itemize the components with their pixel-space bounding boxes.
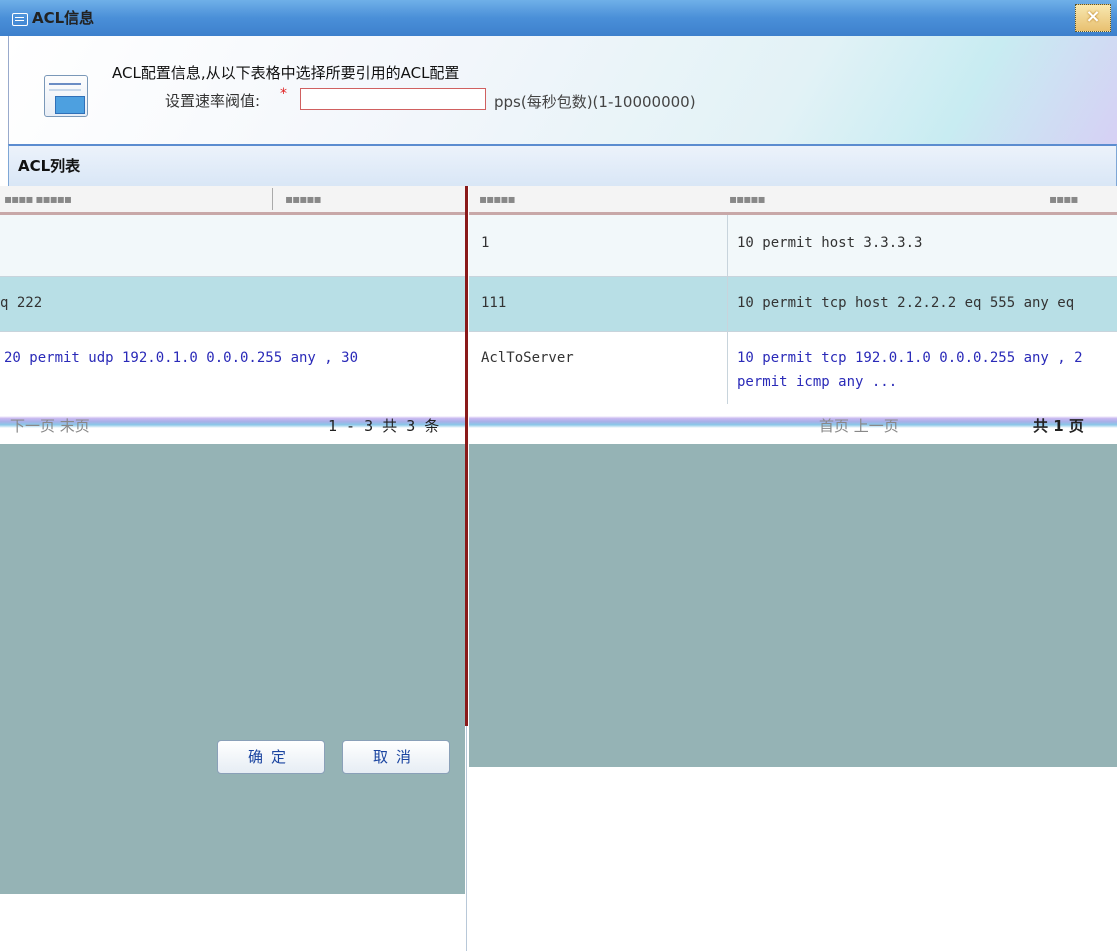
left-column-header[interactable]: ▪▪▪▪ ▪▪▪▪▪ [4, 192, 72, 206]
cancel-button[interactable]: 取消 [342, 740, 450, 774]
left-column-header[interactable]: ▪▪▪▪▪ [285, 192, 322, 206]
splitter-handle[interactable] [465, 186, 468, 726]
info-text: ACL配置信息,从以下表格中选择所要引用的ACL配置 [112, 64, 460, 82]
rule-column-header[interactable]: ▪▪▪▪▪ [729, 192, 766, 206]
acl-rule-cell: 10 permit tcp host 2.2.2.2 eq 555 any eq [737, 295, 1075, 311]
pager-nav[interactable]: 首页 上一页 [819, 415, 899, 436]
extra-column-header[interactable]: ▪▪▪▪ [1049, 192, 1079, 206]
left-table-header: ▪▪▪▪ ▪▪▪▪▪ ▪▪▪▪▪ [0, 186, 465, 215]
table-row[interactable]: 20 permit udp 192.0.1.0 0.0.0.255 any , … [0, 332, 465, 405]
acl-list-bar [8, 144, 1117, 189]
right-table-header: ▪▪▪▪▪ ▪▪▪▪▪ ▪▪▪▪ [469, 186, 1117, 215]
left-pager: 下一页 末页 1 - 3 共 3 条 [0, 404, 465, 444]
column-line [727, 332, 728, 404]
close-button[interactable]: × [1075, 4, 1111, 32]
acl-name-cell: AclToServer [481, 350, 574, 366]
table-cell: q 222 [0, 295, 43, 311]
window-icon [12, 13, 28, 26]
splitter-line [466, 726, 467, 951]
empty-table-area [469, 444, 1117, 767]
table-row[interactable] [0, 215, 465, 277]
required-marker: * [280, 86, 287, 102]
table-row[interactable]: AclToServer 10 permit tcp 192.0.1.0 0.0.… [469, 332, 1117, 405]
acl-rule-link[interactable]: permit icmp any ... [737, 374, 897, 390]
rate-threshold-input[interactable] [300, 88, 486, 110]
dialog-title: ACL信息 [32, 9, 95, 27]
pager-nav[interactable]: 下一页 末页 [10, 415, 90, 436]
table-row[interactable]: 1 10 permit host 3.3.3.3 [469, 215, 1117, 277]
name-column-header[interactable]: ▪▪▪▪▪ [479, 192, 516, 206]
table-row[interactable]: q 222 [0, 277, 465, 332]
acl-name-cell: 111 [481, 295, 507, 311]
right-table-pane: ▪▪▪▪▪ ▪▪▪▪▪ ▪▪▪▪ 1 10 permit host 3.3.3.… [469, 186, 1117, 951]
right-pager: 首页 上一页 共 1 页 [469, 404, 1117, 651]
table-row[interactable]: 111 10 permit tcp host 2.2.2.2 eq 555 an… [469, 277, 1117, 332]
acl-name-cell: 1 [481, 235, 490, 251]
empty-table-area [0, 444, 465, 894]
dialog-title-bar [0, 0, 1117, 36]
acl-rule-link[interactable]: 10 permit tcp 192.0.1.0 0.0.0.255 any , … [737, 350, 1083, 366]
acl-rule-link[interactable]: 20 permit udp 192.0.1.0 0.0.0.255 any , … [4, 350, 358, 366]
rate-threshold-label: 设置速率阀值: [165, 92, 261, 110]
confirm-button[interactable]: 确定 [217, 740, 325, 774]
config-document-icon [44, 75, 88, 117]
acl-list-title: ACL列表 [18, 157, 81, 175]
column-line [727, 277, 728, 331]
column-separator[interactable] [272, 188, 273, 210]
pager-total: 共 1 页 [1033, 417, 1084, 435]
left-table-pane: ▪▪▪▪ ▪▪▪▪▪ ▪▪▪▪▪ q 222 20 permit udp 192… [0, 186, 465, 951]
column-line [727, 215, 728, 276]
rate-unit-label: pps(每秒包数)(1-10000000) [494, 93, 696, 111]
acl-rule-cell: 10 permit host 3.3.3.3 [737, 235, 923, 251]
pager-range: 1 - 3 共 3 条 [328, 417, 440, 435]
